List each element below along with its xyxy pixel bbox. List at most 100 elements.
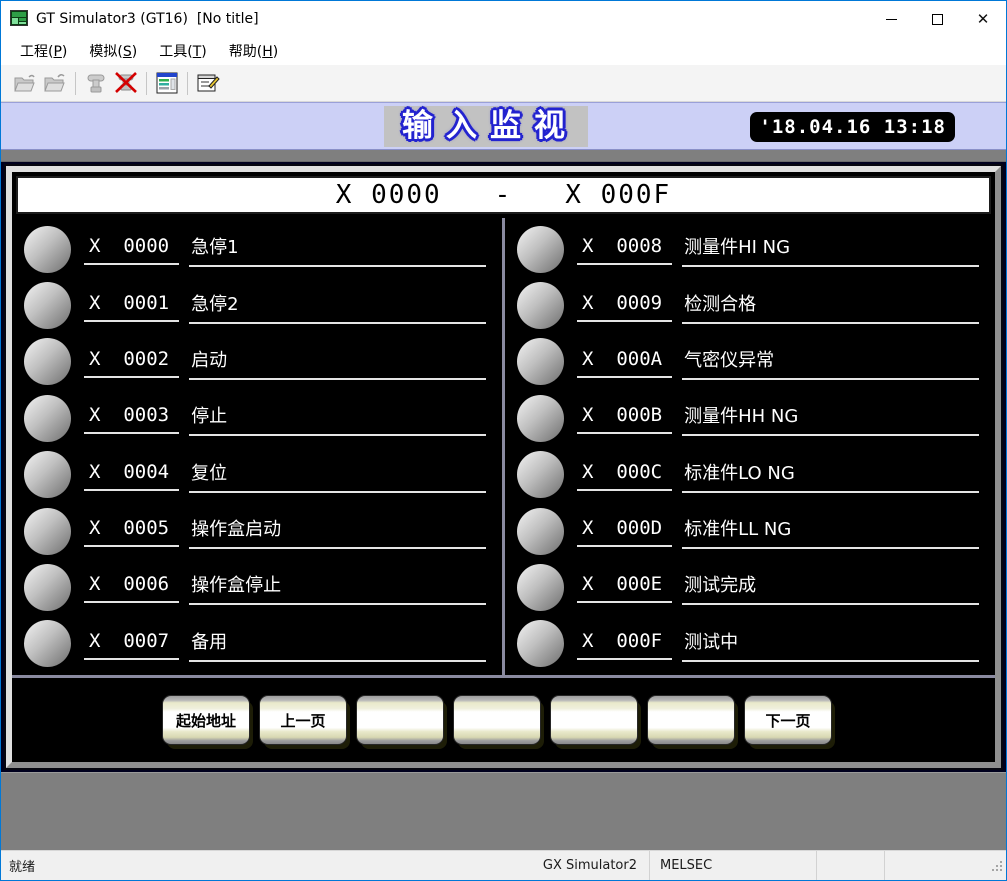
status-grip-cell [884,851,1006,880]
device-address: X 000B [577,402,672,434]
address-range-header: X 0000 - X 000F [16,176,991,214]
divider-band-top [1,150,1006,162]
menu-item-label: 帮助( [229,44,262,60]
connect-icon [81,69,111,97]
status-ready-text: 就绪 [9,856,35,875]
blank-button[interactable] [356,695,444,745]
toolbar-separator [187,72,188,95]
window-controls: ✕ [868,1,1006,37]
clock-display: '18.04.16 13:18 [750,112,955,142]
led-ring [517,338,564,385]
menu-item-p[interactable]: 工程(P) [9,38,78,64]
menu-item-label: P [53,44,61,60]
led-ring [517,451,564,498]
device-address: X 0005 [84,515,179,547]
function-button-strip: 起始地址上一页 下一页 [12,678,995,762]
led-ring [24,226,71,273]
menu-item-label: 工程( [20,44,53,60]
input-row: X 0002启动 [12,334,502,390]
menu-item-label: T [193,44,202,60]
input-row: X 000E 测试完成 [505,559,995,615]
input-column-right: X 0008测量件HI NGX 0009检测合格X 000A气密仪异常X 000… [505,218,995,675]
open-image-icon [40,69,70,97]
blank-button[interactable] [647,695,735,745]
open-project-icon [10,69,40,97]
device-address: X 000D [577,515,672,547]
status-bar: 就绪 GX Simulator2 MELSEC [1,850,1006,880]
input-row: X 000C 标准件LO NG [505,447,995,503]
menu-item-label: S [123,44,132,60]
divider-band-bottom [1,772,1006,850]
device-monitor-icon[interactable] [152,69,182,97]
got-screen: X 0000 - X 000F X 0000急停1X 0001急停2X 0002… [1,162,1006,772]
input-row: X 0008测量件HI NG [505,221,995,277]
status-plc-cell: MELSEC [649,851,816,880]
menu-item-t[interactable]: 工具(T) [148,38,218,64]
menu-item-s[interactable]: 模拟(S) [78,38,148,64]
menu-bar: 工程(P)模拟(S)工具(T)帮助(H) [1,37,1006,65]
status-left-cell: 就绪 GX Simulator2 [1,851,649,880]
led-ring [517,620,564,667]
menu-item-label: ) [201,44,206,60]
status-plc-text: MELSEC [660,858,712,873]
close-button[interactable]: ✕ [960,1,1006,37]
option-icon[interactable] [193,69,223,97]
device-label: 测量件HI NG [682,231,979,267]
device-label: 测量件HH NG [682,400,979,436]
menu-item-h[interactable]: 帮助(H) [218,38,289,64]
minimize-button[interactable] [868,1,914,37]
monitor-panel: X 0000 - X 000F X 0000急停1X 0001急停2X 0002… [6,166,1001,768]
maximize-icon [932,14,943,25]
input-rows-area: X 0000急停1X 0001急停2X 0002启动X 0003停止X 0004… [12,218,995,675]
led-ring [24,395,71,442]
input-row: X 0005 操作盒启动 [12,503,502,559]
device-label: 急停1 [189,231,486,267]
resize-grip-icon[interactable] [991,860,1003,872]
maximize-button[interactable] [914,1,960,37]
menu-item-label: ) [132,44,137,60]
device-label: 检测合格 [682,288,979,324]
led-ring [24,451,71,498]
device-address: X 0004 [84,459,179,491]
device-label: 启动 [189,344,486,380]
device-label: 测试中 [682,626,979,662]
device-label: 备用 [189,626,486,662]
device-address: X 000A [577,346,672,378]
blank-button[interactable] [453,695,541,745]
menu-item-label: ) [273,44,278,60]
device-label: 标准件LL NG [682,513,979,549]
input-column-left: X 0000急停1X 0001急停2X 0002启动X 0003停止X 0004… [12,218,502,675]
input-row: X 0004复位 [12,447,502,503]
device-label: 停止 [189,400,486,436]
device-address: X 000E [577,571,672,603]
device-address: X 000C [577,459,672,491]
toolbar [1,65,1006,102]
status-simulator-text: GX Simulator2 [543,858,637,873]
input-row: X 000F测试中 [505,616,995,672]
device-address: X 0006 [84,571,179,603]
input-row: X 000B 测量件HH NG [505,390,995,446]
led-ring [24,508,71,555]
disconnect-icon[interactable] [111,69,141,97]
blank-button[interactable] [550,695,638,745]
minimize-icon [886,19,897,20]
app-window: GT Simulator3 (GT16) [No title] ✕ 工程(P)模… [0,0,1007,881]
led-ring [24,338,71,385]
input-row: X 0009检测合格 [505,277,995,333]
screen-title: 输入监视 [402,111,578,142]
next-page-button[interactable]: 下一页 [744,695,832,745]
device-label: 操作盒启动 [189,513,486,549]
led-ring [24,282,71,329]
device-address: X 0003 [84,402,179,434]
led-ring [517,395,564,442]
device-label: 操作盒停止 [189,569,486,605]
start-address-button[interactable]: 起始地址 [162,695,250,745]
prev-page-button[interactable]: 上一页 [259,695,347,745]
device-label: 标准件LO NG [682,457,979,493]
close-icon: ✕ [977,12,990,27]
led-ring [517,282,564,329]
device-label: 测试完成 [682,569,979,605]
device-label: 急停2 [189,288,486,324]
screen-title-block: 输入监视 [384,106,588,147]
input-row: X 0000急停1 [12,221,502,277]
